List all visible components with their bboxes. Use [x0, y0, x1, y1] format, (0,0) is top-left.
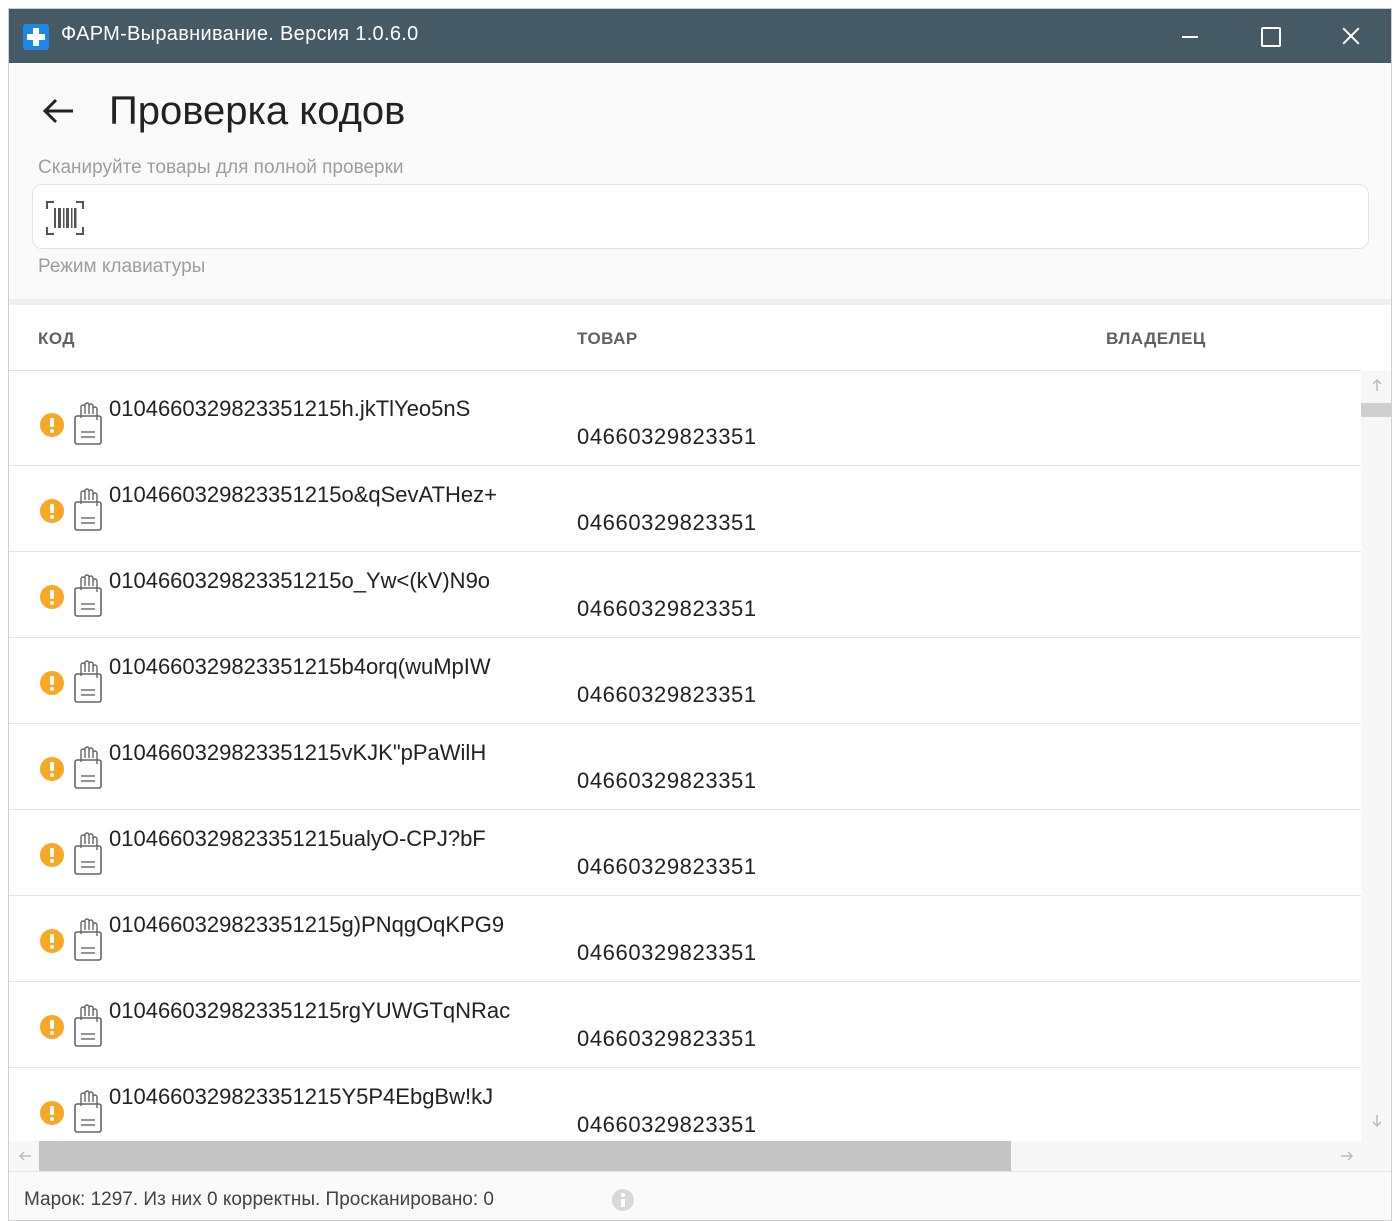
scroll-down-arrow-icon[interactable]: [1369, 1113, 1385, 1129]
app-logo-icon: [23, 24, 49, 50]
table-row[interactable]: 0104660329823351215ualyO-CPJ?bF 046603298…: [9, 810, 1361, 896]
keyboard-mode-label[interactable]: Режим клавиатуры: [38, 256, 205, 278]
row-code: 0104660329823351215rgYUWGTqNRac: [109, 998, 511, 1023]
table-header: КОД ТОВАР ВЛАДЕЛЕЦ: [9, 305, 1361, 371]
row-code: 0104660329823351215g)PNqgOqKPG9: [109, 912, 505, 937]
table-row[interactable]: 0104660329823351215g)PNqgOqKPG9 046603298…: [9, 896, 1361, 982]
minimize-button[interactable]: [1149, 9, 1229, 63]
horizontal-scrollbar[interactable]: [9, 1141, 1391, 1171]
scanner-icon: [73, 402, 103, 446]
row-code: 0104660329823351215o&qSevATHez+: [109, 482, 497, 507]
warning-icon: [40, 413, 64, 437]
warning-icon: [40, 1015, 64, 1039]
warning-icon: [40, 671, 64, 695]
scroll-right-arrow-icon[interactable]: [1339, 1148, 1355, 1164]
back-arrow-icon[interactable]: [37, 91, 77, 131]
scanner-icon: [73, 832, 103, 876]
scanner-icon: [73, 488, 103, 532]
row-product: 04660329823351: [577, 940, 757, 965]
table-row[interactable]: 0104660329823351215h.jkTlYeo5nS 046603298…: [9, 380, 1361, 466]
scan-field[interactable]: [32, 184, 1369, 249]
maximize-button[interactable]: [1229, 9, 1309, 63]
row-product: 04660329823351: [577, 682, 757, 707]
warning-icon: [40, 1101, 64, 1125]
scroll-up-arrow-icon[interactable]: [1369, 377, 1385, 393]
title-bar: ФАРМ-Выравнивание. Версия 1.0.6.0: [9, 9, 1391, 63]
row-code: 0104660329823351215o_Yw<(kV)N9o: [109, 568, 491, 593]
scanner-icon: [73, 1090, 103, 1134]
row-code: 0104660329823351215ualyO-CPJ?bF: [109, 826, 486, 851]
barcode-icon: [45, 200, 85, 236]
column-header-code[interactable]: КОД: [38, 329, 75, 349]
row-product: 04660329823351: [577, 1112, 757, 1137]
vertical-scrollbar[interactable]: [1361, 371, 1391, 1141]
horizontal-scroll-thumb[interactable]: [39, 1141, 1011, 1171]
scanner-icon: [73, 1004, 103, 1048]
warning-icon: [40, 499, 64, 523]
warning-icon: [40, 929, 64, 953]
vertical-scroll-thumb[interactable]: [1361, 403, 1391, 417]
table-row[interactable]: 0104660329823351215b4orq(wuMpIW 046603298…: [9, 638, 1361, 724]
warning-icon: [40, 757, 64, 781]
row-product: 04660329823351: [577, 854, 757, 879]
row-product: 04660329823351: [577, 424, 757, 449]
scanner-icon: [73, 574, 103, 618]
scan-hint-label: Сканируйте товары для полной проверки: [38, 157, 404, 178]
info-icon[interactable]: [612, 1189, 634, 1211]
row-product: 04660329823351: [577, 510, 757, 535]
row-product: 04660329823351: [577, 596, 757, 621]
row-product: 04660329823351: [577, 768, 757, 793]
table-row[interactable]: 0104660329823351215o&qSevATHez+ 046603298…: [9, 466, 1361, 552]
row-code: 0104660329823351215h.jkTlYeo5nS: [109, 396, 471, 421]
page-title: Проверка кодов: [109, 89, 406, 133]
scanner-icon: [73, 918, 103, 962]
row-code: 0104660329823351215vKJK"pPaWilH: [109, 740, 487, 765]
warning-icon: [40, 585, 64, 609]
table-row[interactable]: 0104660329823351215o_Yw<(kV)N9o 046603298…: [9, 552, 1361, 638]
scanner-icon: [73, 746, 103, 790]
app-window: ФАРМ-Выравнивание. Версия 1.0.6.0 Провер…: [8, 8, 1392, 1221]
table-row[interactable]: 0104660329823351215vKJK"pPaWilH 046603298…: [9, 724, 1361, 810]
scanner-icon: [73, 660, 103, 704]
codes-table: КОД ТОВАР ВЛАДЕЛЕЦ 0104660329823351215h.…: [9, 305, 1391, 1171]
scan-input[interactable]: [97, 195, 1357, 239]
row-code: 0104660329823351215Y5P4EbgBw!kJ: [109, 1084, 494, 1109]
status-bar: Марок: 1297. Из них 0 корректны. Проскан…: [9, 1171, 1391, 1220]
warning-icon: [40, 843, 64, 867]
column-header-owner[interactable]: ВЛАДЕЛЕЦ: [1106, 329, 1206, 349]
table-row[interactable]: 0104660329823351215rgYUWGTqNRac 046603298…: [9, 982, 1361, 1068]
window-title: ФАРМ-Выравнивание. Версия 1.0.6.0: [61, 23, 419, 45]
row-code: 0104660329823351215b4orq(wuMpIW: [109, 654, 491, 679]
column-header-product[interactable]: ТОВАР: [577, 329, 638, 349]
scroll-left-arrow-icon[interactable]: [17, 1148, 33, 1164]
status-summary: Марок: 1297. Из них 0 корректны. Проскан…: [24, 1189, 494, 1210]
row-product: 04660329823351: [577, 1026, 757, 1051]
close-button[interactable]: [1309, 9, 1389, 63]
